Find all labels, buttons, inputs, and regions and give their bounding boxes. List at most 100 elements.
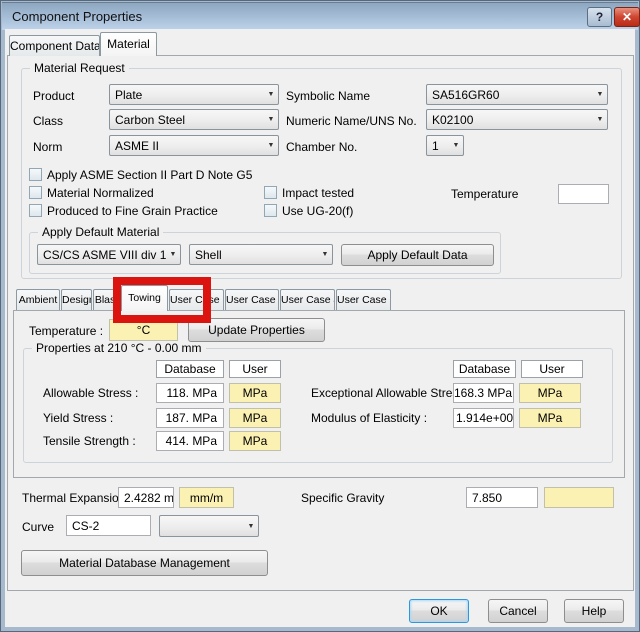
tab-design[interactable]: Design bbox=[61, 289, 92, 311]
database-column-header: Database bbox=[156, 360, 224, 378]
specific-gravity-label: Specific Gravity bbox=[301, 491, 384, 505]
tab-label: User Case 3 bbox=[226, 294, 279, 306]
database-column-header: Database bbox=[453, 360, 516, 378]
specific-gravity-field[interactable]: 7.850 bbox=[466, 487, 538, 508]
ok-button[interactable]: OK bbox=[409, 599, 469, 623]
norm-combo[interactable]: ASME II ▼ bbox=[109, 135, 279, 156]
window-title: Component Properties bbox=[12, 9, 142, 24]
button-label: Material Database Management bbox=[59, 556, 230, 570]
tab-label: Ambient bbox=[19, 294, 58, 306]
yield-stress-label: Yield Stress : bbox=[43, 411, 113, 425]
user-column-header: User bbox=[521, 360, 583, 378]
thermal-expansion-label: Thermal Expansion bbox=[22, 491, 125, 505]
dropdown-arrow-icon: ▼ bbox=[264, 91, 278, 98]
temperature-input[interactable] bbox=[558, 184, 609, 204]
class-combo[interactable]: Carbon Steel ▼ bbox=[109, 109, 279, 130]
tab-label: Material bbox=[107, 37, 150, 51]
help-button[interactable]: Help bbox=[564, 599, 624, 623]
tab-user-case-5[interactable]: User Case 5 bbox=[336, 289, 391, 311]
tensile-strength-user-field[interactable]: MPa bbox=[229, 431, 281, 451]
combo-value: ASME II bbox=[110, 139, 264, 153]
exceptional-allowable-stress-db-field: 168.3 MPa bbox=[453, 383, 514, 403]
towing-temperature-label: Temperature : bbox=[29, 324, 103, 338]
allowable-stress-user-field[interactable]: MPa bbox=[229, 383, 281, 403]
symbolic-name-label: Symbolic Name bbox=[286, 89, 370, 103]
tab-label: User Case 5 bbox=[337, 294, 391, 306]
yield-stress-user-field[interactable]: MPa bbox=[229, 408, 281, 428]
cancel-button[interactable]: Cancel bbox=[488, 599, 548, 623]
curve-combo[interactable]: ▼ bbox=[159, 515, 259, 537]
use-ug20f-checkbox[interactable] bbox=[264, 204, 277, 217]
exceptional-allowable-stress-label: Exceptional Allowable Stress : bbox=[311, 386, 471, 400]
default-material-combo[interactable]: CS/CS ASME VIII div 1 ▼ bbox=[37, 244, 181, 265]
close-button[interactable]: ✕ bbox=[614, 7, 640, 27]
symbolic-name-combo[interactable]: SA516GR60 ▼ bbox=[426, 84, 608, 105]
tab-material[interactable]: Material bbox=[100, 32, 157, 56]
chamber-no-label: Chamber No. bbox=[286, 140, 357, 154]
material-normalized-checkbox[interactable] bbox=[29, 186, 42, 199]
tab-user-case-3[interactable]: User Case 3 bbox=[225, 289, 279, 311]
combo-value: Plate bbox=[110, 88, 264, 102]
curve-label: Curve bbox=[22, 520, 54, 534]
modulus-of-elasticity-label: Modulus of Elasticity : bbox=[311, 411, 427, 425]
dropdown-arrow-icon: ▼ bbox=[449, 142, 463, 149]
numeric-name-combo[interactable]: K02100 ▼ bbox=[426, 109, 608, 130]
norm-label: Norm bbox=[33, 140, 62, 154]
combo-value: Carbon Steel bbox=[110, 113, 264, 127]
tab-label: User Case 4 bbox=[281, 294, 335, 306]
dropdown-arrow-icon: ▼ bbox=[166, 251, 180, 258]
tab-ambient[interactable]: Ambient bbox=[16, 289, 60, 311]
specific-gravity-unit-field[interactable] bbox=[544, 487, 614, 508]
yield-stress-db-field: 187. MPa bbox=[156, 408, 224, 428]
product-combo[interactable]: Plate ▼ bbox=[109, 84, 279, 105]
combo-value: Shell bbox=[190, 248, 318, 262]
button-label: Apply Default Data bbox=[367, 248, 467, 262]
button-label: OK bbox=[430, 604, 447, 618]
dropdown-arrow-icon: ▼ bbox=[593, 91, 607, 98]
checkbox-label: Impact tested bbox=[282, 186, 354, 200]
exceptional-allowable-stress-user-field[interactable]: MPa bbox=[519, 383, 581, 403]
numeric-name-label: Numeric Name/UNS No. bbox=[286, 114, 417, 128]
tab-label: Component Data bbox=[10, 39, 100, 53]
dropdown-arrow-icon: ▼ bbox=[318, 251, 332, 258]
allowable-stress-db-field: 118. MPa bbox=[156, 383, 224, 403]
dropdown-arrow-icon: ▼ bbox=[244, 523, 258, 530]
group-label: Apply Default Material bbox=[38, 225, 163, 239]
tab-label: Design bbox=[62, 294, 92, 306]
user-column-header: User bbox=[229, 360, 281, 378]
checkbox-label: Produced to Fine Grain Practice bbox=[47, 204, 218, 218]
close-icon: ✕ bbox=[622, 10, 632, 24]
combo-value: SA516GR60 bbox=[427, 88, 593, 102]
dropdown-arrow-icon: ▼ bbox=[264, 116, 278, 123]
group-label: Properties at 210 °C - 0.00 mm bbox=[32, 341, 206, 355]
modulus-of-elasticity-user-field[interactable]: MPa bbox=[519, 408, 581, 428]
button-label: Update Properties bbox=[208, 323, 305, 337]
product-label: Product bbox=[33, 89, 74, 103]
chamber-no-combo[interactable]: 1 ▼ bbox=[426, 135, 464, 156]
dropdown-arrow-icon: ▼ bbox=[593, 116, 607, 123]
combo-value: K02100 bbox=[427, 113, 593, 127]
help-titlebar-button[interactable]: ? bbox=[587, 7, 612, 27]
allowable-stress-label: Allowable Stress : bbox=[43, 386, 138, 400]
group-label: Material Request bbox=[30, 61, 129, 75]
dropdown-arrow-icon: ▼ bbox=[264, 142, 278, 149]
checkbox-label: Material Normalized bbox=[47, 186, 154, 200]
fine-grain-practice-checkbox[interactable] bbox=[29, 204, 42, 217]
thermal-expansion-unit-field[interactable]: mm/m bbox=[179, 487, 234, 508]
curve-field[interactable]: CS-2 bbox=[66, 515, 151, 536]
checkbox-label: Use UG-20(f) bbox=[282, 204, 353, 218]
temperature-label: Temperature bbox=[451, 187, 518, 201]
tab-component-data[interactable]: Component Data bbox=[9, 35, 100, 56]
component-properties-dialog: Component Properties ? ✕ Component Data … bbox=[0, 0, 640, 632]
tab-user-case-4[interactable]: User Case 4 bbox=[280, 289, 335, 311]
impact-tested-checkbox[interactable] bbox=[264, 186, 277, 199]
default-part-combo[interactable]: Shell ▼ bbox=[189, 244, 333, 265]
class-label: Class bbox=[33, 114, 63, 128]
combo-value: 1 bbox=[427, 139, 449, 153]
tensile-strength-label: Tensile Strength : bbox=[43, 434, 136, 448]
material-database-management-button[interactable]: Material Database Management bbox=[21, 550, 268, 576]
thermal-expansion-field[interactable]: 2.4282 mm/ bbox=[118, 487, 174, 508]
apply-asme-note-checkbox[interactable] bbox=[29, 168, 42, 181]
apply-default-data-button[interactable]: Apply Default Data bbox=[341, 244, 494, 266]
title-bar: Component Properties ? ✕ bbox=[2, 2, 638, 30]
